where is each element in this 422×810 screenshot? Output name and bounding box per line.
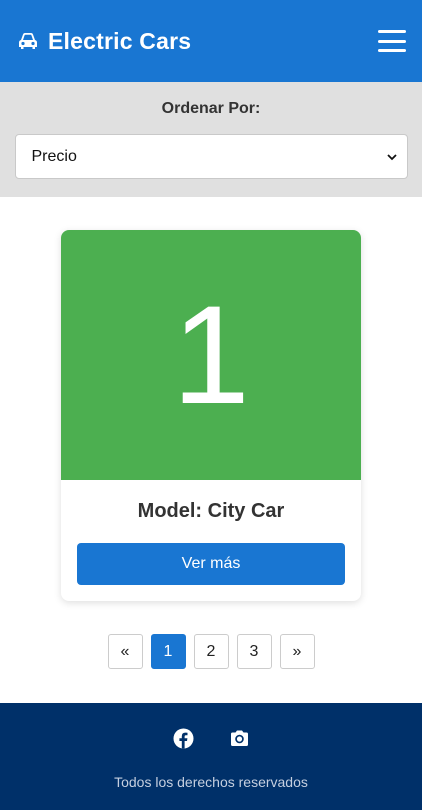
page-button-1[interactable]: 1	[150, 634, 186, 669]
header: Electric Cars	[0, 0, 422, 82]
page-button-2[interactable]: 2	[193, 634, 229, 669]
ver-mas-button[interactable]: Ver más	[77, 543, 345, 585]
app-title: Electric Cars	[48, 27, 192, 54]
car-icon	[19, 33, 37, 49]
car-card: 1 Model: City Car Ver más	[61, 230, 361, 601]
sort-selected-value: Precio	[31, 147, 77, 165]
sort-bar: Ordenar Por: Precio	[0, 82, 422, 197]
page-button-3[interactable]: 3	[236, 634, 272, 669]
hamburger-menu-icon[interactable]	[378, 30, 406, 52]
car-model-title: Model: City Car	[137, 500, 285, 522]
prev-page-button[interactable]: «	[107, 634, 143, 669]
footer-copyright: Todos los derechos reservados	[114, 774, 308, 790]
facebook-icon[interactable]	[173, 728, 194, 749]
next-page-button[interactable]: »	[279, 634, 315, 669]
pagination: « 1 2 3 »	[0, 634, 422, 669]
car-image-number: 1	[172, 276, 250, 433]
footer: Todos los derechos reservados	[0, 703, 422, 810]
sort-select[interactable]: Precio	[14, 134, 408, 179]
chevron-down-icon	[386, 153, 397, 160]
card-body: Model: City Car Ver más	[61, 480, 361, 601]
sort-label: Ordenar Por:	[161, 100, 261, 117]
instagram-camera-icon[interactable]	[229, 728, 250, 749]
brand[interactable]: Electric Cars	[18, 28, 191, 55]
car-image: 1	[61, 230, 361, 480]
main-content: 1 Model: City Car Ver más « 1 2 3 »	[0, 197, 422, 703]
social-links	[0, 703, 422, 749]
